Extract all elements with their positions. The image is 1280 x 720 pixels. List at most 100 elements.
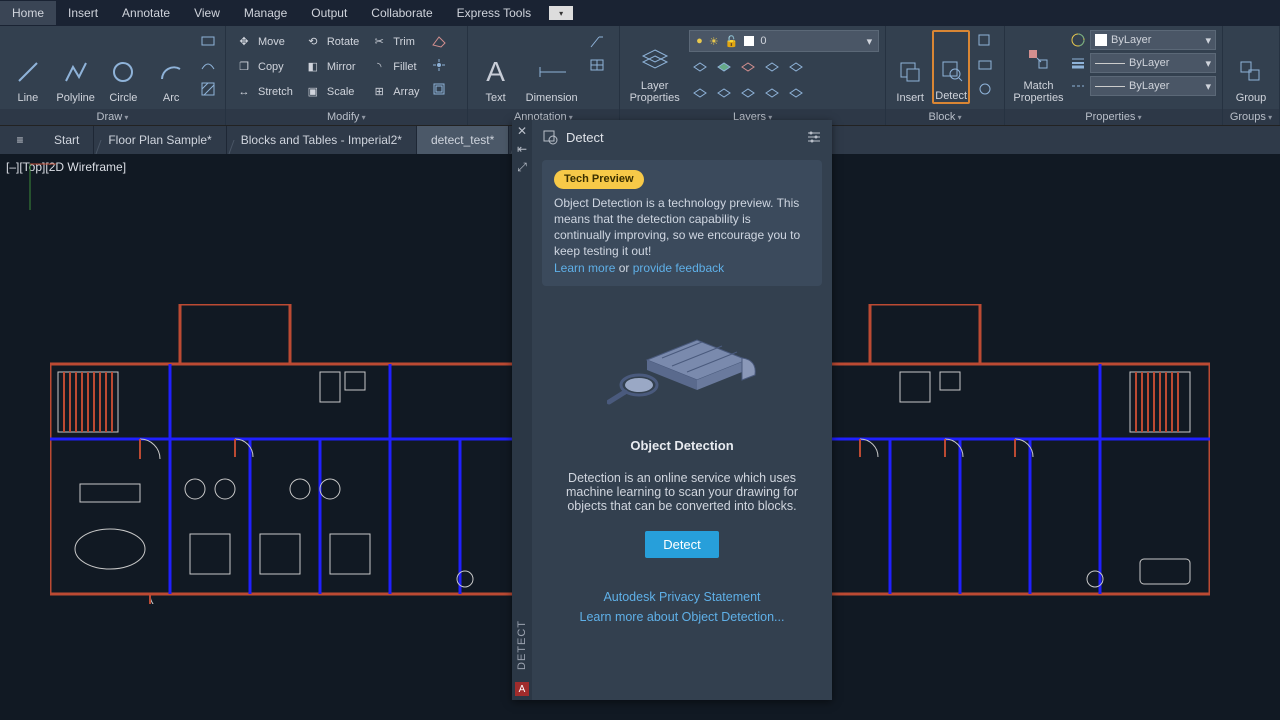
detect-action-button[interactable]: Detect bbox=[645, 531, 719, 558]
layer-tool-4[interactable] bbox=[761, 56, 783, 78]
fillet-button[interactable]: ◝Fillet bbox=[367, 55, 423, 78]
lineweight-icon bbox=[1070, 55, 1086, 71]
doctab-blocks[interactable]: Blocks and Tables - Imperial2* bbox=[227, 126, 417, 154]
insert-label: Insert bbox=[896, 92, 924, 104]
scale-button[interactable]: ▣Scale bbox=[301, 80, 363, 103]
detection-heading: Object Detection bbox=[630, 438, 733, 453]
feedback-link[interactable]: provide feedback bbox=[633, 261, 724, 275]
panel-layers: Layer Properties ● ☀ 🔓 0 ▾ bbox=[620, 26, 886, 125]
layer-tool-7[interactable] bbox=[713, 82, 735, 104]
lineweight-selector[interactable]: ByLayer▾ bbox=[1090, 53, 1216, 73]
menu-tab-collaborate[interactable]: Collaborate bbox=[359, 1, 444, 25]
trim-icon: ✂ bbox=[371, 34, 387, 50]
mirror-button[interactable]: ◧Mirror bbox=[301, 55, 363, 78]
text-button[interactable]: A Text bbox=[474, 30, 518, 104]
copy-button[interactable]: ❐Copy bbox=[232, 55, 297, 78]
copy-icon: ❐ bbox=[236, 59, 252, 75]
move-button[interactable]: ✥Move bbox=[232, 30, 297, 53]
detection-body-text: Detection is an online service which use… bbox=[552, 471, 812, 513]
stretch-button[interactable]: ↔Stretch bbox=[232, 80, 297, 103]
group-button[interactable]: Group bbox=[1229, 30, 1273, 104]
array-icon: ⊞ bbox=[371, 84, 387, 100]
layer-tool-5[interactable] bbox=[785, 56, 807, 78]
insert-button[interactable]: Insert bbox=[892, 30, 928, 104]
line-button[interactable]: Line bbox=[6, 30, 50, 104]
layer-tool-6[interactable] bbox=[689, 82, 711, 104]
lt-bylayer: ByLayer bbox=[1129, 80, 1169, 92]
expand-icon[interactable]: ⤢ bbox=[515, 160, 529, 174]
hatch-button[interactable] bbox=[197, 78, 219, 100]
menu-tab-manage[interactable]: Manage bbox=[232, 1, 299, 25]
block-more[interactable] bbox=[974, 78, 996, 100]
layer-tool-1[interactable] bbox=[689, 56, 711, 78]
rotate-button[interactable]: ⟲Rotate bbox=[301, 30, 363, 53]
layer-selector[interactable]: ● ☀ 🔓 0 ▾ bbox=[689, 30, 879, 52]
layer-tool-3[interactable] bbox=[737, 56, 759, 78]
mirror-icon: ◧ bbox=[305, 59, 321, 75]
color-selector[interactable]: ByLayer▾ bbox=[1090, 30, 1216, 50]
palette-title: Detect bbox=[566, 130, 604, 145]
array-button[interactable]: ⊞ Array bbox=[367, 80, 423, 103]
layer-tool-2[interactable] bbox=[713, 56, 735, 78]
match-icon bbox=[1025, 44, 1053, 76]
menu-tab-view[interactable]: View bbox=[182, 1, 232, 25]
panel-properties-title[interactable]: Properties bbox=[1005, 109, 1222, 125]
pin-icon[interactable]: ⇤ bbox=[515, 142, 529, 156]
table-button[interactable] bbox=[586, 54, 608, 76]
leader-button[interactable] bbox=[586, 30, 608, 52]
doctab-floorplan[interactable]: Floor Plan Sample* bbox=[94, 126, 226, 154]
detect-button[interactable]: Detect bbox=[932, 30, 970, 104]
layer-tool-8[interactable] bbox=[737, 82, 759, 104]
panel-block-title[interactable]: Block bbox=[886, 109, 1004, 125]
circle-label: Circle bbox=[109, 92, 137, 104]
doctab-detect[interactable]: detect_test* bbox=[417, 126, 509, 154]
floorplan-right bbox=[830, 304, 1210, 604]
panel-modify-title[interactable]: Modify bbox=[226, 109, 467, 125]
array-label: Array bbox=[393, 86, 419, 98]
menu-tab-express[interactable]: Express Tools bbox=[445, 1, 543, 25]
polyline-button[interactable]: Polyline bbox=[54, 30, 98, 104]
tech-preview-badge: Tech Preview bbox=[554, 170, 644, 189]
menu-tab-home[interactable]: Home bbox=[0, 1, 56, 25]
erase-button[interactable] bbox=[428, 30, 450, 52]
drawing-menu-icon[interactable]: ≡ bbox=[0, 133, 40, 147]
search-icon bbox=[542, 129, 558, 145]
line-icon bbox=[14, 56, 42, 88]
circle-button[interactable]: Circle bbox=[102, 30, 146, 104]
menu-tab-output[interactable]: Output bbox=[299, 1, 359, 25]
panel-block: Insert Detect Block bbox=[886, 26, 1005, 125]
explode-button[interactable] bbox=[428, 54, 450, 76]
menu-tab-insert[interactable]: Insert bbox=[56, 1, 110, 25]
block-attr[interactable] bbox=[974, 54, 996, 76]
layer-tool-10[interactable] bbox=[785, 82, 807, 104]
match-properties-button[interactable]: Match Properties bbox=[1011, 30, 1066, 104]
linetype-selector[interactable]: ByLayer▾ bbox=[1090, 76, 1216, 96]
offset-button[interactable] bbox=[428, 78, 450, 100]
layer-properties-label: Layer Properties bbox=[630, 80, 680, 104]
rect-button[interactable] bbox=[197, 30, 219, 52]
panel-modify: ✥Move ❐Copy ↔Stretch ⟲Rotate ◧Mirror ▣Sc… bbox=[226, 26, 468, 125]
layers-icon bbox=[641, 44, 669, 76]
move-icon: ✥ bbox=[236, 34, 252, 50]
arc-button[interactable]: Arc bbox=[149, 30, 193, 104]
layer-tool-9[interactable] bbox=[761, 82, 783, 104]
layer-properties-button[interactable]: Layer Properties bbox=[626, 30, 683, 104]
panel-groups-title[interactable]: Groups bbox=[1223, 109, 1279, 125]
trim-button[interactable]: ✂Trim bbox=[367, 30, 423, 53]
settings-icon[interactable] bbox=[806, 130, 822, 144]
menu-tab-annotate[interactable]: Annotate bbox=[110, 1, 182, 25]
close-icon[interactable]: ✕ bbox=[515, 124, 529, 138]
dimension-button[interactable]: Dimension bbox=[522, 30, 582, 104]
learn-more-link[interactable]: Learn more bbox=[554, 261, 615, 275]
detect-label: Detect bbox=[935, 90, 967, 102]
circle-icon bbox=[109, 56, 137, 88]
doctab-start[interactable]: Start bbox=[40, 126, 94, 154]
menu-overflow[interactable]: ▾ bbox=[549, 6, 573, 20]
block-edit[interactable] bbox=[974, 30, 996, 52]
detect-palette: ✕ ⇤ ⤢ DETECT A Detect Tech Preview Objec… bbox=[512, 120, 832, 700]
palette-rail-label: DETECT bbox=[516, 620, 528, 670]
privacy-link[interactable]: Autodesk Privacy Statement bbox=[580, 590, 785, 604]
learn-detection-link[interactable]: Learn more about Object Detection... bbox=[580, 610, 785, 624]
spline-button[interactable] bbox=[197, 54, 219, 76]
panel-draw-title[interactable]: Draw bbox=[0, 109, 225, 125]
